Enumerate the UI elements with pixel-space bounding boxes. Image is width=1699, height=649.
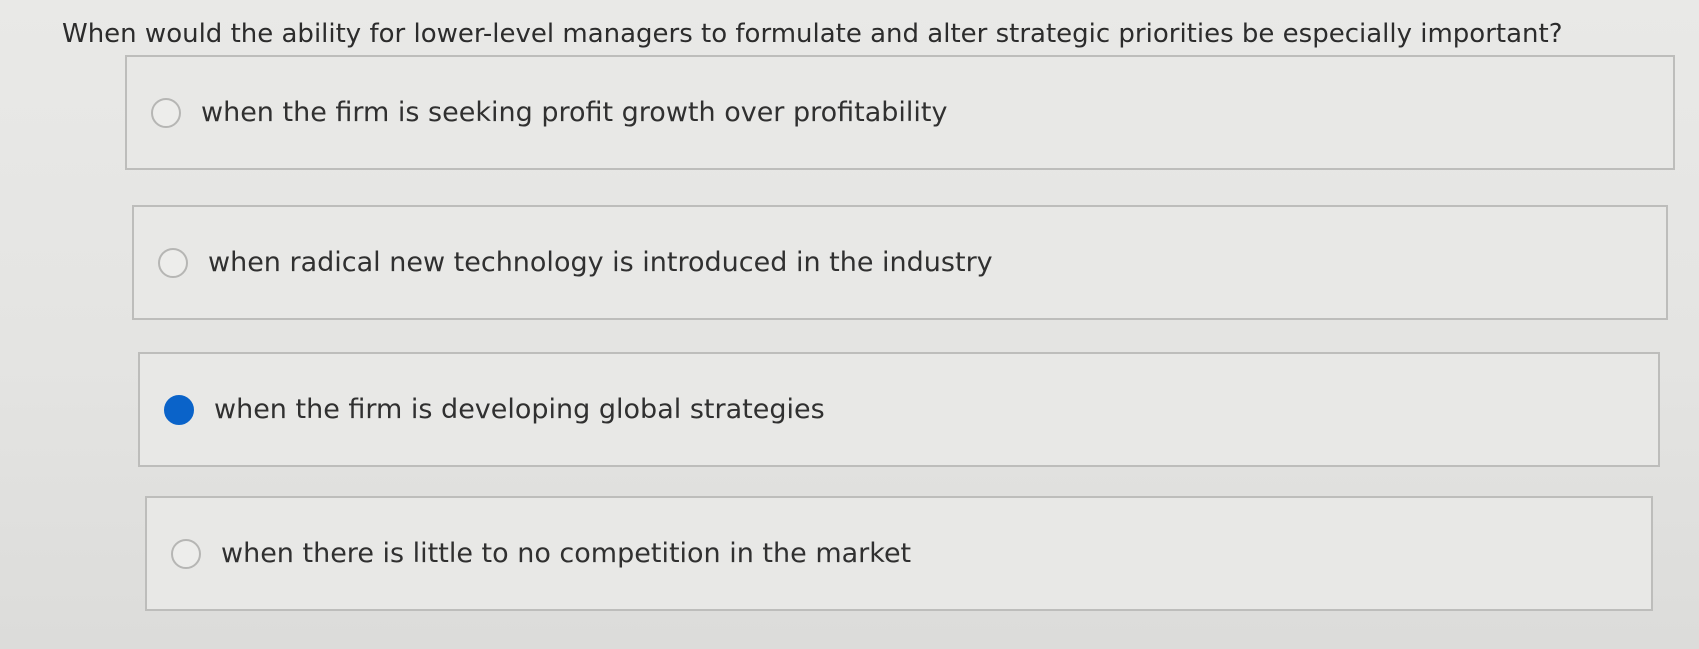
answer-option-label: when the firm is developing global strat… <box>214 394 825 425</box>
answer-option-4[interactable]: when there is little to no competition i… <box>145 496 1653 611</box>
question-text: When would the ability for lower-level m… <box>62 19 1563 49</box>
answer-option-3[interactable]: when the firm is developing global strat… <box>138 352 1660 467</box>
answer-option-2[interactable]: when radical new technology is introduce… <box>132 205 1668 455</box>
radio-button-selected[interactable] <box>164 394 194 425</box>
radio-button-unselected[interactable] <box>171 538 201 569</box>
radio-button-unselected[interactable] <box>158 247 188 278</box>
answer-option-label: when there is little to no competition i… <box>221 538 912 569</box>
answer-option-1[interactable]: when the firm is seeking profit growth o… <box>125 55 1675 170</box>
answer-option-label: when the firm is seeking profit growth o… <box>201 97 948 128</box>
radio-button-unselected[interactable] <box>151 97 181 128</box>
answer-option-label: when radical new technology is introduce… <box>208 247 993 278</box>
